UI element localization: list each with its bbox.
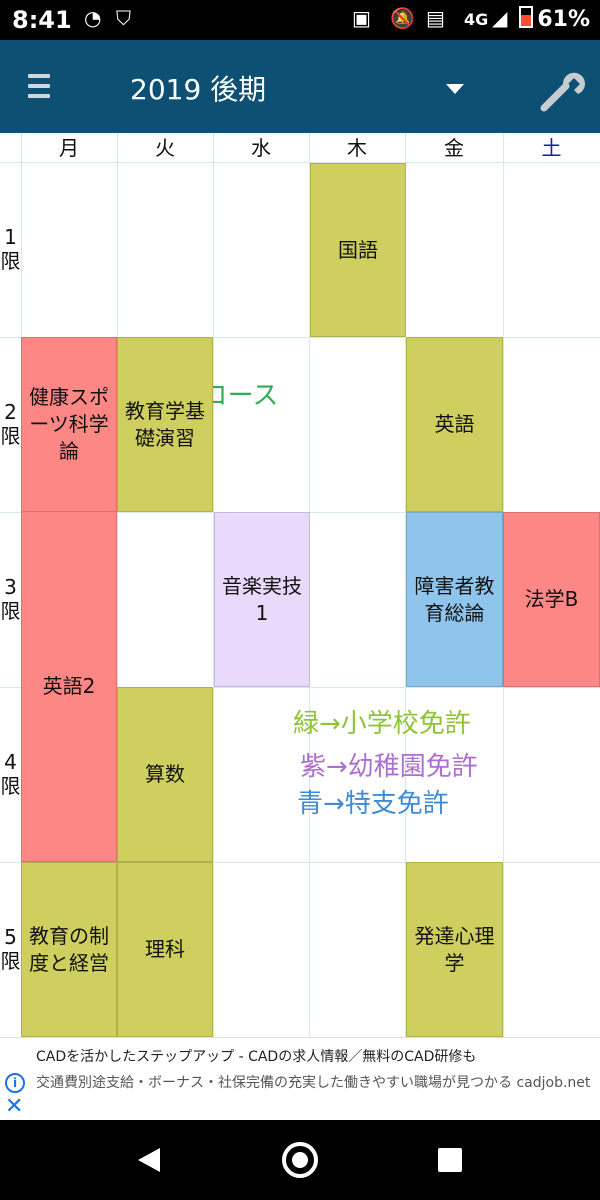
period-suffix: 限 bbox=[0, 249, 21, 273]
day-header-wed: 水 bbox=[251, 136, 271, 160]
period-label-1: 1 限 bbox=[0, 225, 21, 273]
class-name: 英語2 bbox=[42, 674, 96, 698]
home-icon[interactable] bbox=[282, 1142, 318, 1178]
day-header-mon: 月 bbox=[59, 136, 79, 160]
hamburger-icon[interactable] bbox=[28, 72, 50, 100]
status-time: 8:41 bbox=[12, 6, 72, 34]
controller-icon: ▤ bbox=[426, 6, 445, 30]
period-number: 1 bbox=[4, 225, 17, 249]
class-name: 理科 bbox=[145, 937, 185, 961]
close-icon[interactable]: ✕ bbox=[5, 1094, 23, 1119]
class-name-line: 論 bbox=[59, 439, 79, 463]
class-name-line: 度と経営 bbox=[29, 950, 109, 975]
battery-level: 61% bbox=[519, 6, 590, 32]
app-bar: 2019 後期 bbox=[0, 40, 600, 133]
period-number: 5 bbox=[4, 925, 17, 949]
class-cell-rika[interactable]: 理科 bbox=[117, 862, 213, 1037]
period-number: 2 bbox=[4, 400, 17, 424]
shield-icon: ⛉ bbox=[116, 6, 131, 30]
class-cell-hattatsu[interactable]: 発達心理 学 bbox=[406, 862, 503, 1037]
period-number: 3 bbox=[4, 575, 17, 599]
period-suffix: 限 bbox=[0, 599, 21, 623]
recent-apps-icon[interactable] bbox=[438, 1148, 462, 1172]
class-name-line: 学 bbox=[444, 950, 465, 975]
class-name-line: 教育の制 bbox=[29, 923, 109, 948]
term-title[interactable]: 2019 後期 bbox=[130, 68, 266, 108]
class-name-line: 教育学基 bbox=[125, 398, 205, 423]
period-label-5: 5 限 bbox=[0, 925, 21, 973]
id-card-icon: ▣ bbox=[352, 6, 371, 30]
navigation-bar bbox=[0, 1120, 600, 1200]
class-name-line: 1 bbox=[255, 600, 269, 625]
class-name: 国語 bbox=[338, 237, 378, 262]
status-bar: 8:41 ◔ ⛉ ▣ 🔕 ▤ 4G ◢ 61% bbox=[0, 0, 600, 40]
bell-off-icon: 🔕 bbox=[390, 6, 415, 30]
signal-icon: ◢ bbox=[492, 6, 508, 30]
class-cell-eigo2[interactable]: 英語2 bbox=[21, 512, 117, 862]
class-name-line: 礎演習 bbox=[135, 425, 195, 450]
period-suffix: 限 bbox=[0, 774, 21, 798]
class-name-line: 音楽実技 bbox=[222, 573, 302, 598]
info-icon[interactable]: i bbox=[5, 1073, 25, 1093]
class-cell-kenko[interactable]: 健康スポ ーツ科学 論 bbox=[21, 337, 117, 512]
period-label-3: 3 限 bbox=[0, 575, 21, 623]
class-cell-kiso[interactable]: 教育学基 礎演習 bbox=[117, 337, 213, 512]
class-cell-hogaku[interactable]: 法学B bbox=[503, 512, 600, 687]
class-cell-ongaku[interactable]: 音楽実技 1 bbox=[214, 512, 310, 687]
battery-percent: 61% bbox=[537, 7, 590, 32]
back-icon[interactable] bbox=[138, 1148, 160, 1172]
period-label-4: 4 限 bbox=[0, 750, 21, 798]
class-cell-seido[interactable]: 教育の制 度と経営 bbox=[21, 862, 117, 1037]
period-suffix: 限 bbox=[0, 949, 21, 973]
class-name: 英語 bbox=[434, 412, 475, 436]
class-cell-kokugo[interactable]: 国語 bbox=[310, 163, 406, 337]
class-cell-shogai[interactable]: 障害者教 育総論 bbox=[406, 512, 503, 687]
day-header-thu: 木 bbox=[347, 136, 367, 160]
class-name-line: 育総論 bbox=[424, 600, 485, 625]
timetable-grid: 月 火 水 木 金 土 1 限 2 限 3 限 4 限 5 限 教育学部 特別支… bbox=[0, 133, 600, 1037]
class-cell-sansu[interactable]: 算数 bbox=[117, 687, 213, 862]
class-name-line: 発達心理 bbox=[414, 923, 495, 948]
legend-blue: 青→特支免許 bbox=[297, 789, 449, 819]
triangle-down-icon[interactable] bbox=[446, 84, 464, 94]
ad-banner[interactable]: CADを活かしたステップアップ - CADの求人情報／無料のCAD研修も i ✕… bbox=[0, 1037, 600, 1121]
period-number: 4 bbox=[4, 750, 17, 774]
day-header-sat: 土 bbox=[541, 136, 562, 160]
class-name: 算数 bbox=[145, 762, 185, 786]
battery-icon bbox=[519, 6, 534, 28]
legend-purple: 紫→幼稚園免許 bbox=[300, 752, 478, 782]
period-label-2: 2 限 bbox=[0, 400, 21, 448]
day-header-tue: 火 bbox=[155, 136, 175, 160]
class-cell-eigo[interactable]: 英語 bbox=[406, 337, 503, 512]
network-type: 4G bbox=[464, 10, 489, 29]
class-name: 法学B bbox=[524, 587, 579, 611]
ad-body[interactable]: 交通費別途支給・ボーナス・社保完備の充実した働きやすい職場が見つかる cadjo… bbox=[36, 1072, 592, 1094]
cast-icon: ◔ bbox=[84, 6, 102, 30]
ad-title[interactable]: CADを活かしたステップアップ - CADの求人情報／無料のCAD研修も bbox=[36, 1046, 476, 1066]
day-header-fri: 金 bbox=[444, 136, 464, 160]
class-name-line: 健康スポ bbox=[29, 385, 109, 409]
class-name-line: ーツ科学 bbox=[29, 412, 109, 436]
period-suffix: 限 bbox=[0, 424, 21, 448]
wrench-icon[interactable] bbox=[536, 64, 588, 116]
class-name-line: 障害者教 bbox=[414, 573, 495, 598]
legend-green: 緑→小学校免許 bbox=[293, 709, 471, 739]
